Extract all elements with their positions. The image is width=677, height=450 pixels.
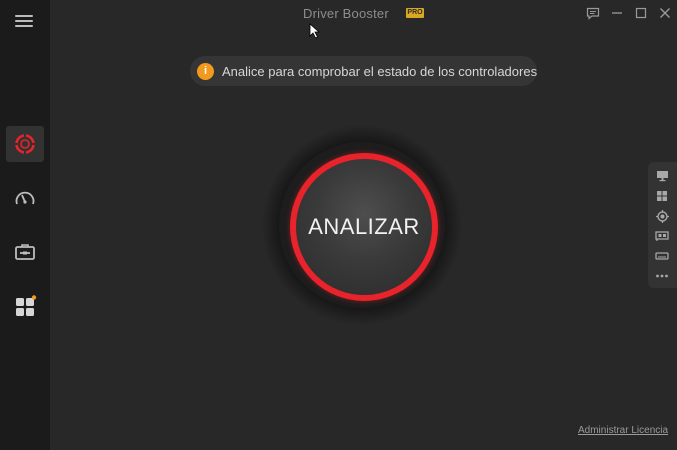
sidebar-item-boost[interactable] — [6, 180, 44, 216]
scan-button[interactable]: ANALIZAR — [290, 153, 438, 301]
manage-license-link[interactable]: Administrar Licencia — [578, 425, 668, 436]
network-card-icon[interactable] — [654, 229, 670, 243]
lifebuoy-icon — [15, 134, 35, 154]
cpu-icon[interactable] — [654, 209, 670, 223]
scan-button-label: ANALIZAR — [308, 214, 420, 239]
monitor-icon[interactable] — [654, 169, 670, 183]
mouse-cursor-icon — [309, 23, 321, 39]
minimize-icon[interactable] — [608, 4, 626, 22]
window-title: Driver Booster — [303, 6, 389, 21]
drive-icon[interactable] — [654, 249, 670, 263]
notice-text: Analice para comprobar el estado de los … — [222, 63, 538, 79]
left-sidebar — [0, 0, 50, 450]
close-icon[interactable] — [656, 4, 674, 22]
maximize-icon[interactable] — [632, 4, 650, 22]
pro-badge: PRO — [406, 8, 424, 18]
sidebar-item-action-center[interactable] — [6, 288, 44, 324]
windows-icon[interactable] — [654, 189, 670, 203]
right-side-panel — [648, 162, 677, 288]
app-window: Driver Booster PRO i Analice para compro… — [0, 0, 677, 450]
scan-notice: i Analice para comprobar el estado de lo… — [190, 56, 537, 86]
sidebar-item-tools[interactable] — [6, 234, 44, 270]
apps-grid-icon — [16, 295, 37, 316]
hamburger-menu-icon[interactable] — [15, 13, 35, 29]
speedometer-icon — [15, 191, 35, 205]
more-icon[interactable] — [654, 269, 670, 283]
sidebar-item-driver-scan[interactable] — [6, 126, 44, 162]
info-icon: i — [197, 62, 214, 80]
toolbox-icon — [15, 244, 35, 260]
feedback-icon[interactable] — [584, 4, 602, 22]
